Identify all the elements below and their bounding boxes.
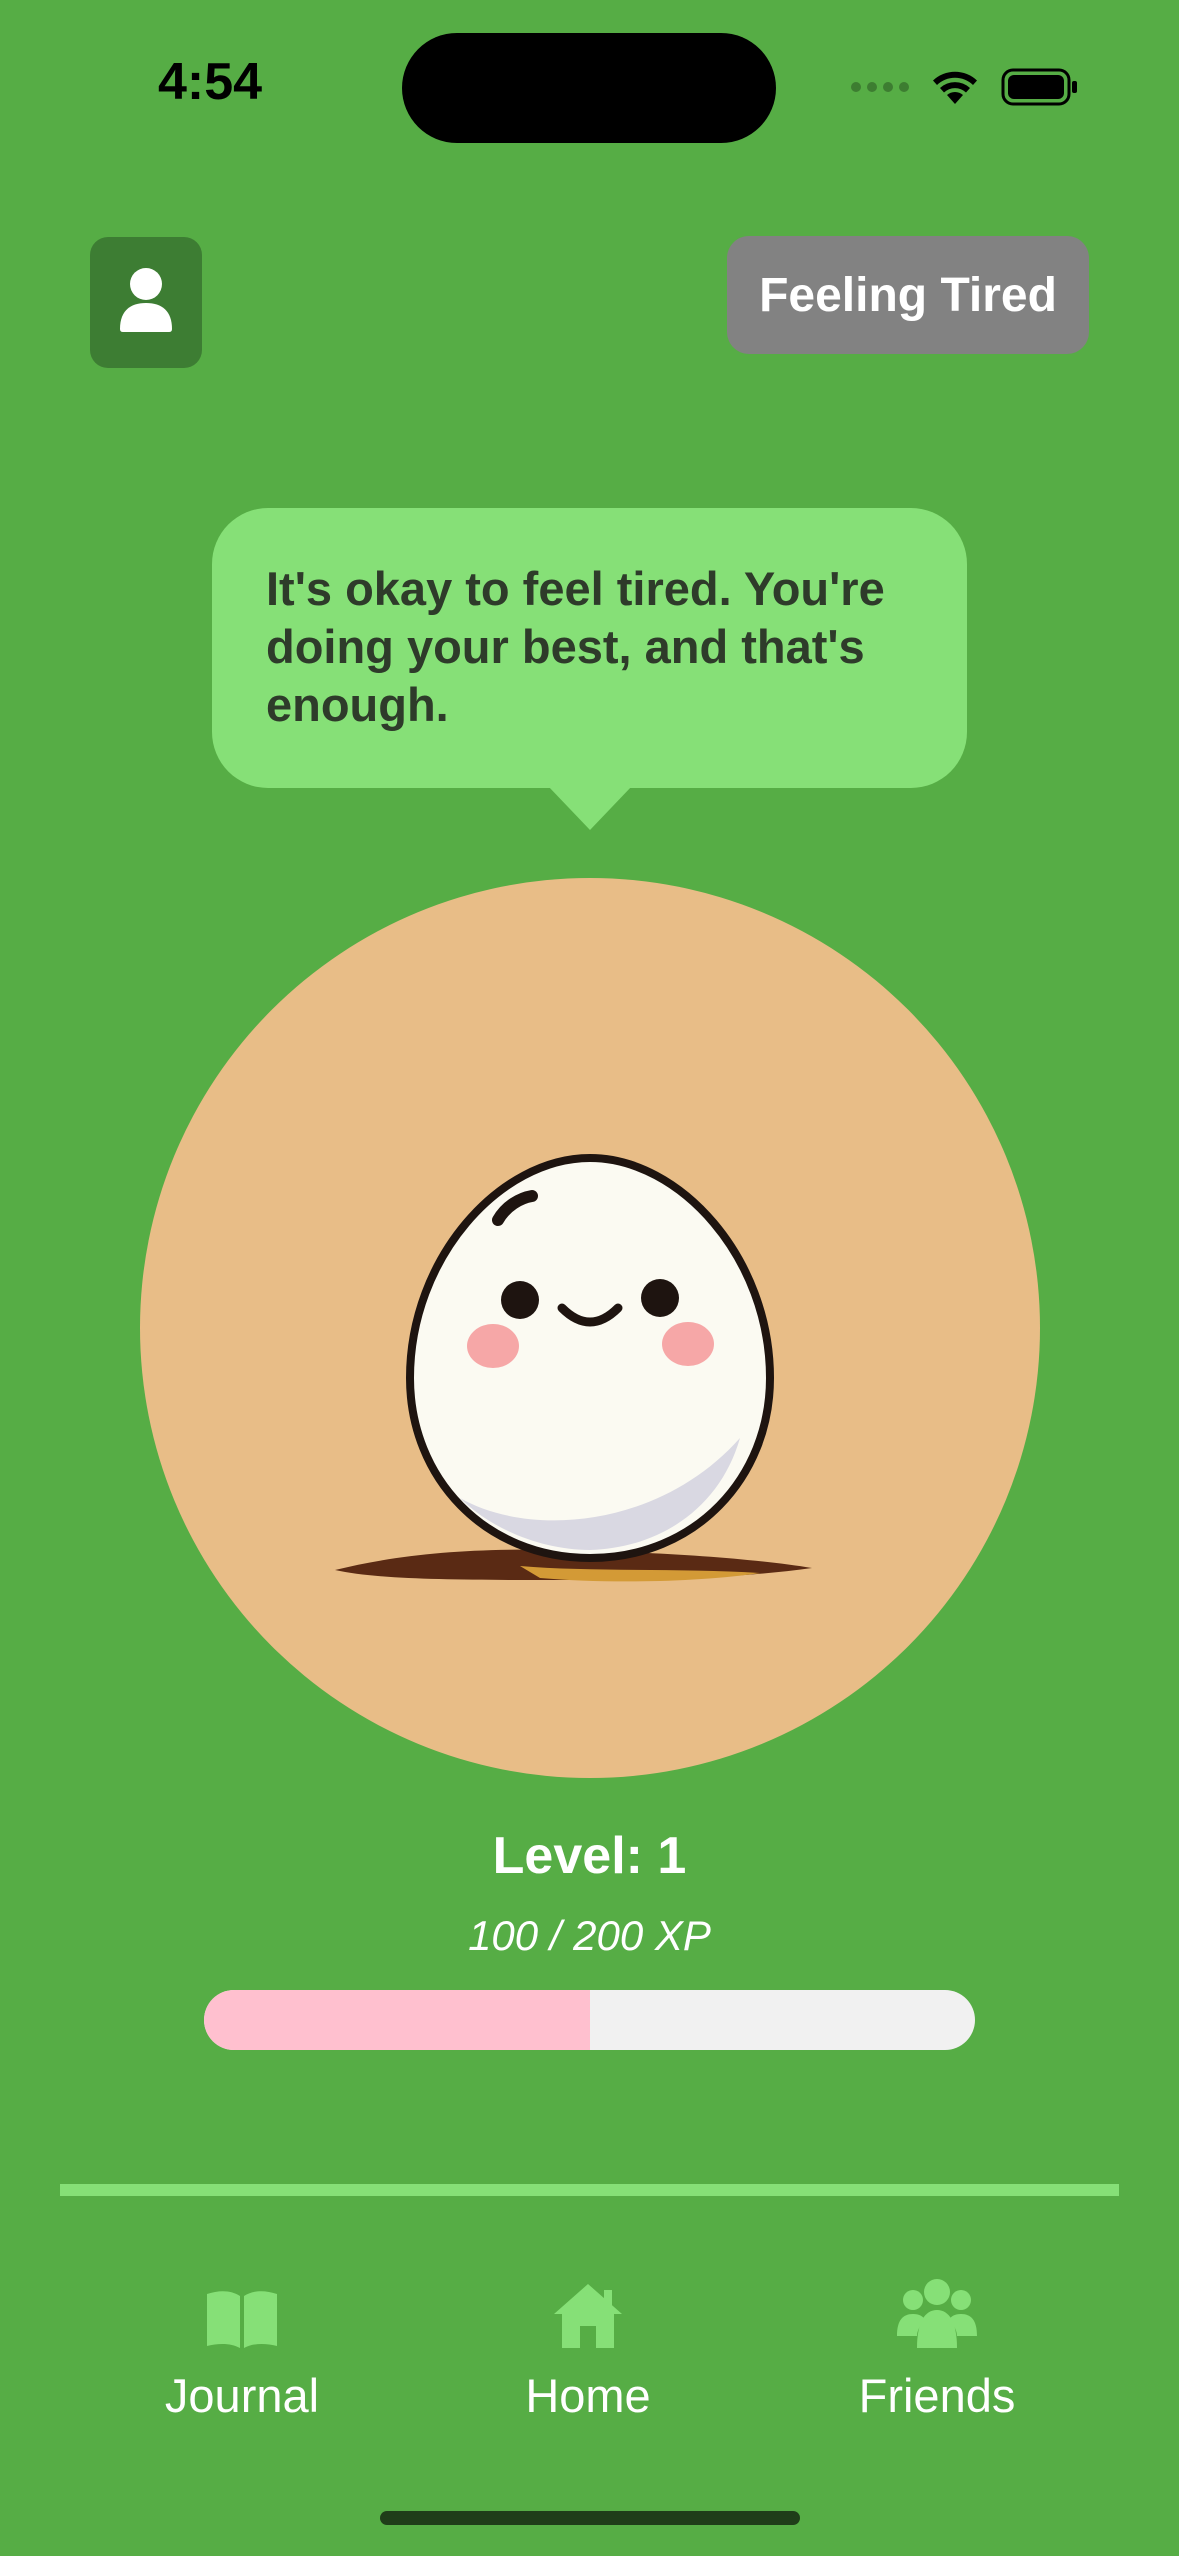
wifi-icon (931, 68, 979, 106)
pet-avatar-circle[interactable] (140, 878, 1040, 1778)
level-label: Level: 1 (492, 1827, 687, 1885)
house-icon (438, 2270, 738, 2350)
mood-button[interactable]: Feeling Tired (727, 236, 1089, 354)
tab-journal[interactable]: Journal (92, 2270, 392, 2423)
tab-home[interactable]: Home (438, 2270, 738, 2423)
xp-progress-fill (204, 1990, 590, 2050)
cellular-signal-icon (851, 82, 909, 92)
tab-friends-label: Friends (858, 2369, 1016, 2422)
battery-icon (1001, 68, 1079, 106)
status-indicators (851, 62, 1079, 112)
xp-text: 100 / 200 XP (468, 1912, 711, 1959)
tab-journal-label: Journal (164, 2369, 320, 2422)
book-icon (92, 2270, 392, 2350)
xp-progress-bar (204, 1990, 975, 2050)
tab-bar-divider (60, 2184, 1119, 2196)
status-time: 4:54 (158, 53, 263, 111)
speech-bubble-tail (548, 786, 632, 830)
person-icon (118, 267, 174, 338)
tab-home-label: Home (525, 2369, 651, 2422)
home-indicator[interactable] (380, 2511, 800, 2525)
profile-button[interactable] (90, 237, 202, 368)
speech-bubble: It's okay to feel tired. You're doing yo… (212, 508, 967, 788)
dynamic-island (402, 33, 776, 143)
tab-friends[interactable]: Friends (787, 2270, 1087, 2423)
egg-character-icon (335, 1153, 812, 1582)
people-icon (787, 2270, 1087, 2350)
